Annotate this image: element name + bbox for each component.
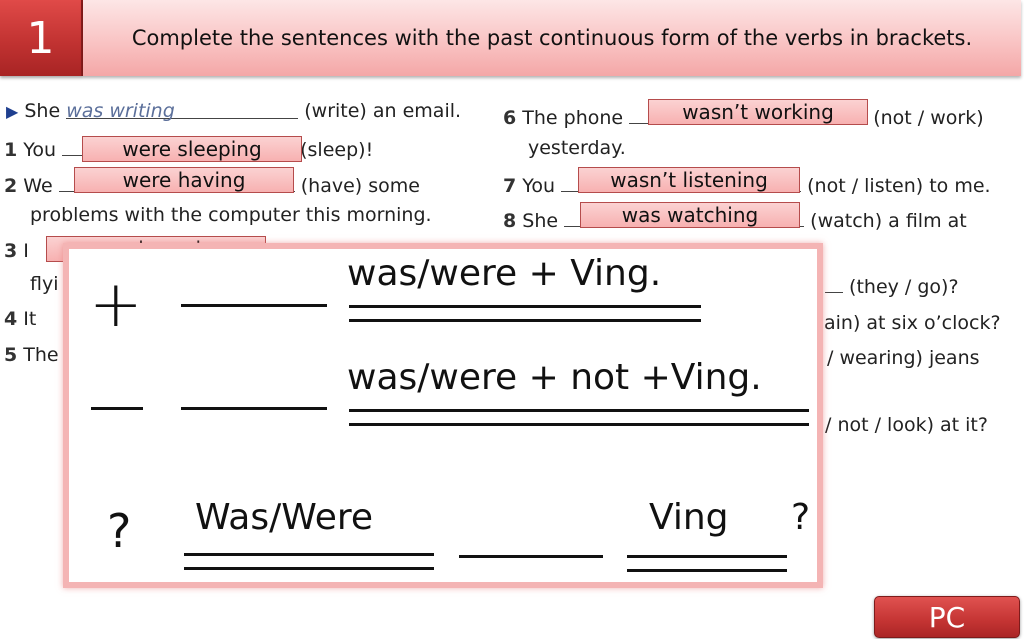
subject-blank-line	[181, 407, 327, 410]
question-sign: ?	[107, 504, 132, 558]
question-auxiliary: Was/Were	[195, 497, 374, 538]
question-mark-end: ?	[791, 497, 811, 538]
answer-box-6[interactable]: wasn’t working	[648, 99, 868, 125]
sentence-6-continuation: yesterday.	[528, 137, 626, 159]
sentence-2-continuation: problems with the computer this morning.	[30, 204, 432, 226]
pc-button[interactable]: PC	[874, 596, 1020, 638]
sentence-5: 5 The	[4, 344, 59, 366]
example-blank: was writing	[66, 100, 299, 122]
exercise-number-badge: 1	[0, 0, 83, 76]
minus-sign	[91, 407, 143, 410]
answer-box-1[interactable]: were sleeping	[82, 136, 302, 162]
question-verb: Ving	[649, 497, 729, 538]
fragment-11: / wearing) jeans	[827, 347, 980, 369]
fragment-9: (they / go)?	[825, 276, 959, 298]
subject-blank-line	[459, 555, 603, 558]
answer-box-2[interactable]: were having	[74, 167, 294, 193]
affirmative-formula: was/were + Ving.	[347, 253, 662, 294]
title-text: Complete the sentences with the past con…	[131, 26, 973, 50]
answer-box-8[interactable]: was watching	[580, 202, 800, 228]
answer-box-7[interactable]: wasn’t listening	[578, 167, 800, 193]
exercise-title: Complete the sentences with the past con…	[83, 0, 1021, 76]
grammar-rules-card: + was/were + Ving. was/were + not +Ving.…	[63, 243, 823, 588]
sentence-4: 4 It	[4, 308, 37, 330]
example-sentence: ▶ She was writing (write) an email.	[6, 100, 462, 122]
subject-blank-line	[181, 304, 327, 307]
plus-sign: +	[89, 268, 143, 342]
play-arrow-icon: ▶	[6, 102, 19, 121]
fragment-12: / not / look) at it?	[825, 414, 988, 436]
sentence-3: 3 I	[4, 240, 29, 262]
negative-formula: was/were + not +Ving.	[347, 357, 762, 398]
fragment-10: ain) at six o’clock?	[824, 312, 1001, 334]
sentence-3-continuation: flyi	[30, 273, 59, 295]
